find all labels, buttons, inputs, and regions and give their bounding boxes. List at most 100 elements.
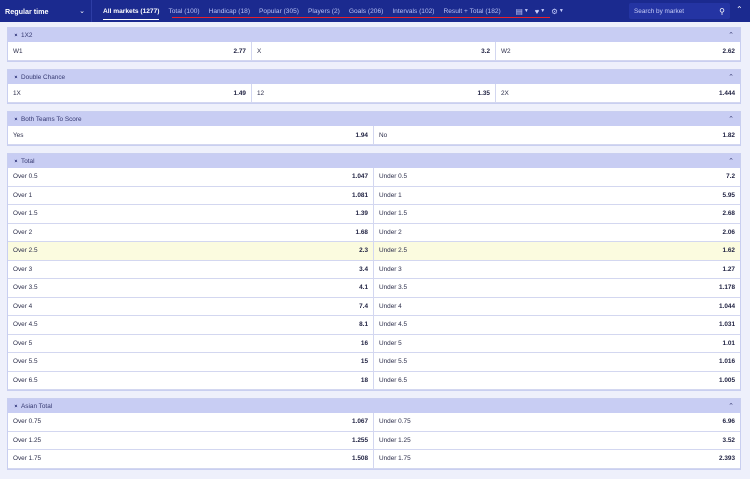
- odds-cell[interactable]: Under 3 1.27: [374, 260, 740, 279]
- odds-cell[interactable]: Over 3 3.4: [8, 260, 374, 279]
- market-title-wrap: ✦ Both Teams To Score: [11, 115, 81, 123]
- odds-cell[interactable]: Over 1.5 1.39: [8, 205, 374, 224]
- odds-cell[interactable]: Over 5 16: [8, 334, 374, 353]
- odds-value: 1.047: [352, 173, 368, 181]
- chevron-up-icon[interactable]: ⌃: [728, 73, 734, 81]
- outcome-label: Over 5: [13, 339, 33, 347]
- odds-value: 2.62: [722, 47, 735, 55]
- tab-total-100[interactable]: Total (100): [168, 0, 199, 22]
- market-tabs: All markets (1277) Total (100) Handicap (1…: [92, 0, 510, 22]
- market-title-wrap: ✦ 1X2: [11, 31, 32, 39]
- outcome-label: Under 1: [379, 191, 402, 199]
- odds-value: 1.39: [355, 210, 368, 218]
- outcome-label: 12: [257, 89, 265, 97]
- notifications-toggle[interactable]: ♥ ▼: [535, 7, 545, 16]
- odds-cell[interactable]: No 1.82: [374, 126, 740, 145]
- pin-icon[interactable]: ✦: [11, 115, 19, 123]
- outcome-label: Under 4: [379, 302, 402, 310]
- tab-result-total-182[interactable]: Result + Total (182): [443, 0, 500, 22]
- odds-cell[interactable]: Over 2.5 2.3: [8, 242, 374, 261]
- odds-cell[interactable]: Under 6.5 1.005: [374, 371, 740, 390]
- layout-toggle[interactable]: ▤ ▼: [516, 7, 529, 16]
- settings-toggle[interactable]: ⚙ ▼: [551, 7, 564, 16]
- chevron-up-icon[interactable]: ⌃: [728, 402, 734, 410]
- tab-all-markets-1277[interactable]: All markets (1277): [103, 0, 160, 22]
- odds-value: 1.178: [719, 284, 735, 292]
- market-asian-total: ✦ Asian Total ⌃ Over 0.75 1.067 Under 0.75 6.9…: [7, 398, 741, 470]
- odds-cell[interactable]: W1 2.77: [8, 42, 252, 61]
- odds-cell[interactable]: Over 6.5 18: [8, 371, 374, 390]
- odds-cell[interactable]: Over 1.75 1.508: [8, 450, 374, 469]
- pin-icon[interactable]: ✦: [11, 31, 19, 39]
- odds-cell[interactable]: X 3.2: [252, 42, 496, 61]
- odds-cell[interactable]: Under 1.5 2.68: [374, 205, 740, 224]
- search-input[interactable]: [634, 7, 714, 15]
- odds-cell[interactable]: 12 1.35: [252, 84, 496, 103]
- odds-cell[interactable]: Over 1 1.081: [8, 186, 374, 205]
- odds-cell[interactable]: Under 4.5 1.031: [374, 316, 740, 335]
- tab-handicap-18[interactable]: Handicap (18): [209, 0, 250, 22]
- market-search[interactable]: ⚲: [629, 3, 730, 19]
- odds-value: 1.68: [355, 228, 368, 236]
- outcome-label: Over 1.25: [13, 436, 42, 444]
- market-header[interactable]: ✦ Both Teams To Score ⌃: [8, 112, 740, 126]
- odds-value: 7.2: [726, 173, 735, 181]
- outcome-label: Under 2: [379, 228, 402, 236]
- odds-value: 2.393: [719, 455, 735, 463]
- odds-cell[interactable]: Under 5.5 1.016: [374, 353, 740, 372]
- tab-goals-206[interactable]: Goals (206): [349, 0, 383, 22]
- odds-cell[interactable]: Under 2 2.06: [374, 223, 740, 242]
- odds-cell[interactable]: Under 1.75 2.393: [374, 450, 740, 469]
- odds-cell[interactable]: Over 0.5 1.047: [8, 168, 374, 187]
- odds-cell[interactable]: Over 2 1.68: [8, 223, 374, 242]
- odds-cell[interactable]: 1X 1.49: [8, 84, 252, 103]
- market-header[interactable]: ✦ Asian Total ⌃: [8, 399, 740, 413]
- odds-cell[interactable]: Over 4 7.4: [8, 297, 374, 316]
- collapse-all-icon[interactable]: ⌃: [736, 5, 743, 14]
- outcome-label: Over 2.5: [13, 247, 38, 255]
- chevron-up-icon[interactable]: ⌃: [728, 31, 734, 39]
- pin-icon[interactable]: ✦: [11, 73, 19, 81]
- tab-popular-305[interactable]: Popular (305): [259, 0, 299, 22]
- pin-icon[interactable]: ✦: [11, 157, 19, 165]
- odds-cell[interactable]: Under 3.5 1.178: [374, 279, 740, 298]
- outcome-label: Over 3.5: [13, 284, 38, 292]
- outcome-label: 1X: [13, 89, 21, 97]
- odds-cell[interactable]: 2X 1.444: [496, 84, 740, 103]
- odds-value: 8.1: [359, 321, 368, 329]
- odds-cell[interactable]: W2 2.62: [496, 42, 740, 61]
- tab-players-2[interactable]: Players (2): [308, 0, 340, 22]
- odds-cell[interactable]: Yes 1.94: [8, 126, 374, 145]
- pin-icon[interactable]: ✦: [11, 402, 19, 410]
- odds-cell[interactable]: Under 5 1.01: [374, 334, 740, 353]
- odds-cell[interactable]: Over 1.25 1.255: [8, 431, 374, 450]
- odds-cell[interactable]: Under 4 1.044: [374, 297, 740, 316]
- odds-cell[interactable]: Under 1.25 3.52: [374, 431, 740, 450]
- outcome-label: Over 3: [13, 265, 33, 273]
- chevron-up-icon[interactable]: ⌃: [728, 157, 734, 165]
- period-selector[interactable]: Regular time ⌄: [0, 0, 92, 22]
- market-header[interactable]: ✦ Double Chance ⌃: [8, 70, 740, 84]
- tab-intervals-102[interactable]: Intervals (102): [392, 0, 434, 22]
- market-title-wrap: ✦ Total: [11, 157, 34, 165]
- odds-cell[interactable]: Over 0.75 1.067: [8, 413, 374, 432]
- odds-cell[interactable]: Over 5.5 15: [8, 353, 374, 372]
- outcome-label: Over 5.5: [13, 358, 38, 366]
- search-icon[interactable]: ⚲: [719, 7, 725, 16]
- outcome-label: Over 1: [13, 191, 33, 199]
- odds-cell[interactable]: Under 2.5 1.62: [374, 242, 740, 261]
- odds-cell[interactable]: Under 0.75 6.96: [374, 413, 740, 432]
- odds-cell[interactable]: Under 0.5 7.2: [374, 168, 740, 187]
- market-header[interactable]: ✦ 1X2 ⌃: [8, 28, 740, 42]
- odds-cell[interactable]: Under 1 5.95: [374, 186, 740, 205]
- outcome-label: Over 1.75: [13, 455, 42, 463]
- odds-value: 1.255: [352, 436, 368, 444]
- odds-cell[interactable]: Over 4.5 8.1: [8, 316, 374, 335]
- market-both-teams-to-score: ✦ Both Teams To Score ⌃ Yes 1.94 No 1.82: [7, 111, 741, 146]
- outcome-label: W1: [13, 47, 23, 55]
- chevron-up-icon[interactable]: ⌃: [728, 115, 734, 123]
- outcome-label: Over 4.5: [13, 321, 38, 329]
- outcome-label: W2: [501, 47, 511, 55]
- market-header[interactable]: ✦ Total ⌃: [8, 154, 740, 168]
- odds-cell[interactable]: Over 3.5 4.1: [8, 279, 374, 298]
